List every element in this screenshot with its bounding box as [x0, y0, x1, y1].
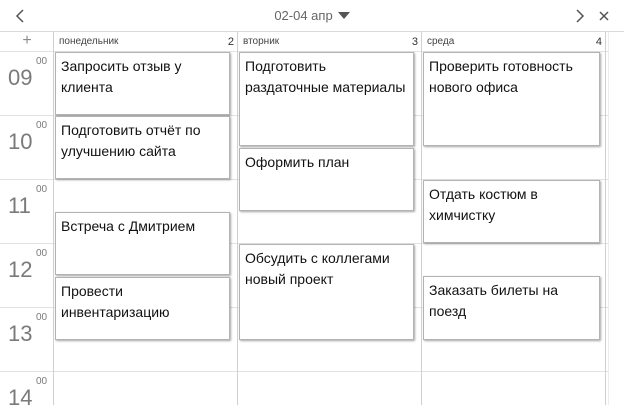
event-card[interactable]: Подготовить раздаточные материалы [239, 52, 414, 146]
day-column-divider [237, 32, 238, 405]
hour-label: 09 00 [8, 57, 48, 89]
minute-value: 00 [36, 184, 48, 195]
hour-label: 14 00 [8, 377, 48, 409]
event-card[interactable]: Оформить план [239, 148, 414, 211]
dropdown-caret-icon[interactable] [337, 12, 350, 19]
day-name: среда [427, 36, 455, 47]
close-icon [599, 11, 609, 21]
hour-value: 12 [8, 257, 33, 282]
hour-value: 14 [8, 385, 33, 410]
hour-label: 12 00 [8, 249, 48, 281]
day-number: 2 [227, 36, 234, 48]
event-card[interactable]: Заказать билеты на поезд [423, 276, 600, 340]
minute-value: 00 [36, 312, 48, 323]
calendar-header: 02-04 апр [0, 0, 624, 31]
chevron-left-icon [15, 9, 24, 23]
day-number: 4 [595, 36, 602, 48]
add-event-button[interactable]: + [18, 33, 36, 49]
minute-value: 00 [36, 56, 48, 67]
event-card[interactable]: Проверить готовность нового офиса [423, 52, 600, 146]
time-gutter-divider [53, 32, 54, 405]
prev-week-button[interactable] [8, 4, 32, 28]
hour-label: 11 00 [8, 185, 48, 217]
minute-value: 00 [36, 376, 48, 387]
day-name: вторник [243, 36, 280, 47]
date-range-label[interactable]: 02-04 апр [274, 8, 332, 23]
day-header-wednesday[interactable]: среда 4 [422, 32, 605, 50]
day-number: 3 [411, 36, 418, 48]
day-header-tuesday[interactable]: вторник 3 [238, 32, 421, 50]
next-week-button[interactable] [568, 4, 592, 28]
hour-value: 11 [8, 193, 31, 218]
date-range-selector[interactable]: 02-04 апр [0, 0, 624, 31]
event-card[interactable]: Отдать костюм в химчистку [423, 180, 600, 243]
event-card[interactable]: Встреча с Дмитрием [55, 212, 230, 275]
event-card[interactable]: Запросить отзыв у клиента [55, 52, 230, 115]
hour-label: 13 00 [8, 313, 48, 345]
vertical-scrollbar[interactable] [608, 32, 624, 405]
day-column-divider [421, 32, 422, 405]
hour-line [0, 371, 608, 372]
minute-value: 00 [36, 248, 48, 259]
hour-value: 13 [8, 321, 33, 346]
day-header-monday[interactable]: понедельник 2 [54, 32, 237, 50]
event-card[interactable]: Обсудить с коллегами новый проект [239, 244, 414, 340]
week-grid: + понедельник 2 вторник 3 среда 4 09 00 … [0, 32, 624, 409]
close-button[interactable] [592, 4, 616, 28]
day-name: понедельник [59, 36, 119, 47]
minute-value: 00 [36, 120, 48, 131]
event-card[interactable]: Подготовить отчёт по улучшению сайта [55, 116, 230, 179]
hour-label: 10 00 [8, 121, 48, 153]
hour-value: 09 [8, 65, 33, 90]
event-card[interactable]: Провести инвентаризацию [55, 277, 230, 340]
hour-value: 10 [8, 129, 33, 154]
chevron-right-icon [576, 9, 585, 23]
day-column-divider [605, 32, 606, 405]
